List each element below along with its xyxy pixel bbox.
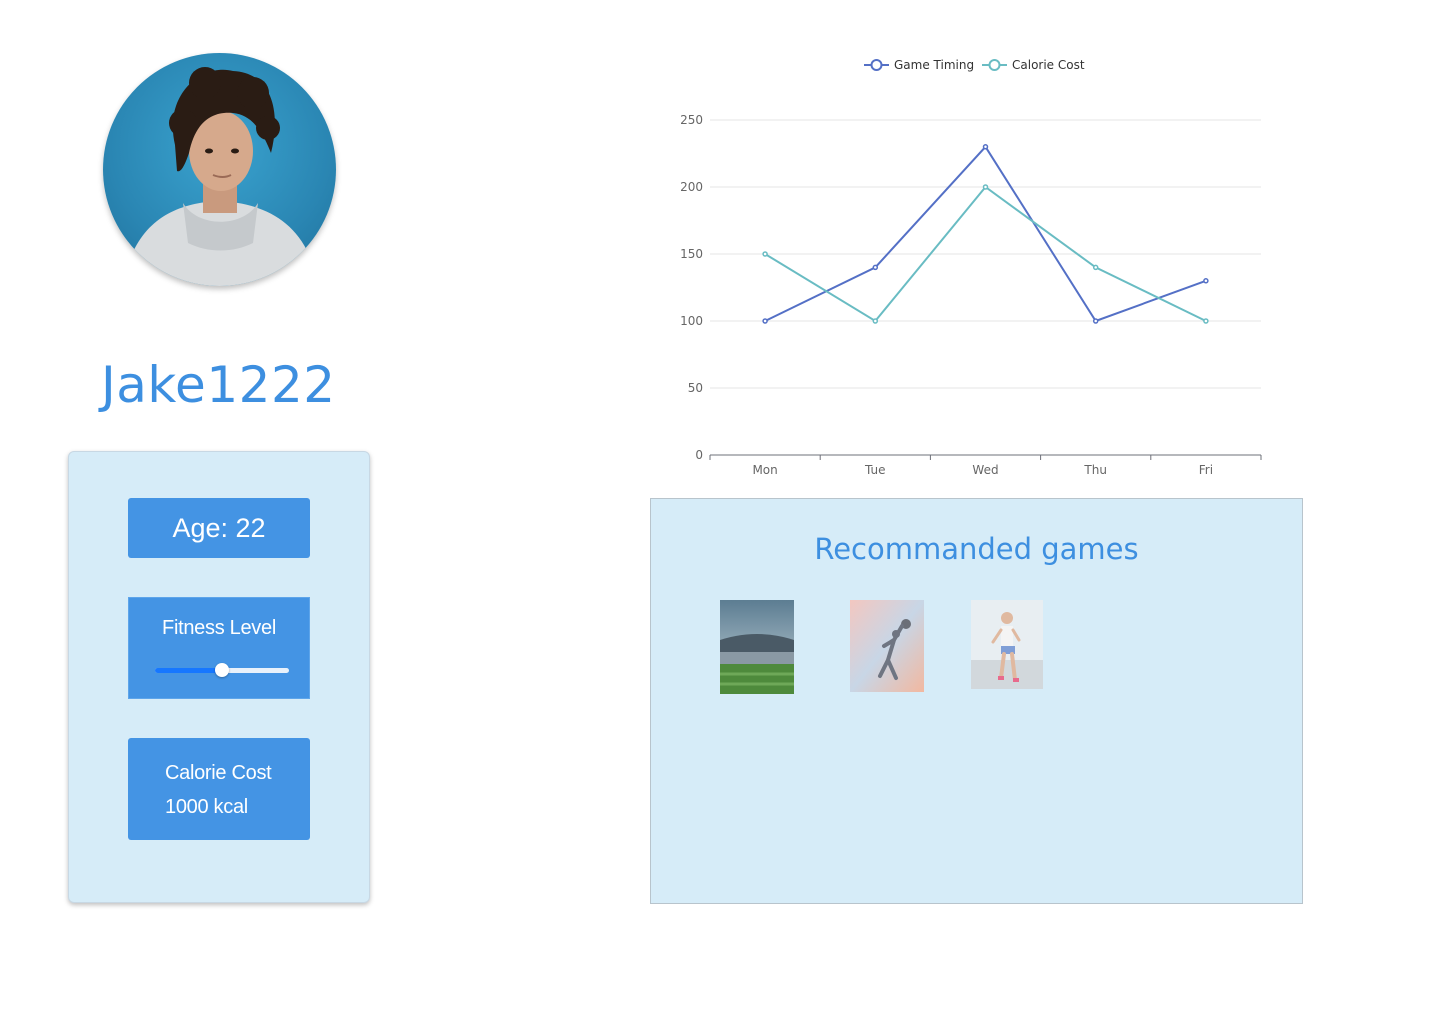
username: Jake1222 [101, 356, 336, 414]
y-tick-label: 50 [688, 381, 703, 395]
stats-panel: Age: 22 Fitness Level Calorie Cost 1000 … [68, 451, 370, 903]
y-tick-label: 0 [695, 448, 703, 462]
fitness-level-slider[interactable] [155, 663, 289, 677]
game-thumb-stadium[interactable] [720, 600, 794, 694]
user-avatar-photo-icon [123, 67, 318, 286]
basketball-player-image-icon [850, 600, 924, 692]
x-tick-label: Wed [972, 463, 998, 477]
calorie-cost-title: Calorie Cost [165, 762, 272, 784]
age-badge: Age: 22 [128, 498, 310, 558]
runner-image-icon [971, 600, 1043, 689]
slider-thumb[interactable] [215, 663, 229, 677]
line-chart: 0 50 100 150 200 250 Mon Tue Wed Thu Fri Game Timin… [650, 40, 1310, 490]
fitness-level-card: Fitness Level [128, 597, 310, 699]
x-tick-label: Tue [864, 463, 886, 477]
data-point [982, 184, 989, 190]
game-thumb-basketball[interactable] [850, 600, 924, 692]
profile-dashboard: Jake1222 Age: 22 Fitness Level Calorie C… [0, 0, 1440, 1024]
x-tick-label: Fri [1199, 463, 1213, 477]
data-point [1203, 318, 1209, 324]
avatar [103, 53, 336, 286]
legend-marker [988, 59, 1001, 71]
fitness-level-label: Fitness Level [162, 617, 276, 639]
data-point [1203, 278, 1209, 284]
data-point [982, 144, 989, 150]
y-tick-label: 100 [680, 314, 703, 328]
calorie-cost-card: Calorie Cost 1000 kcal [128, 738, 310, 840]
data-point [1092, 264, 1099, 271]
legend-label: Calorie Cost [1012, 58, 1085, 72]
data-point [1092, 318, 1099, 324]
chart-svg: 0 50 100 150 200 250 Mon Tue Wed Thu Fri Game Timin… [680, 58, 1262, 477]
recommended-games-title: Recommanded games [814, 532, 1139, 566]
y-tick-label: 250 [680, 113, 703, 127]
recommended-games-panel: Recommanded games [650, 498, 1303, 904]
data-point [872, 264, 879, 271]
x-tick-label: Mon [752, 463, 777, 477]
stadium-image-icon [720, 600, 794, 694]
data-point [762, 318, 768, 324]
slider-fill [155, 668, 222, 673]
legend-marker [870, 59, 883, 71]
game-thumb-runner[interactable] [971, 600, 1043, 689]
y-tick-label: 200 [680, 180, 703, 194]
data-point [872, 318, 879, 324]
x-tick-label: Thu [1083, 463, 1107, 477]
data-point [762, 251, 768, 257]
calorie-cost-value: 1000 kcal [165, 796, 248, 818]
y-tick-label: 150 [680, 247, 703, 261]
legend-label: Game Timing [894, 58, 974, 72]
